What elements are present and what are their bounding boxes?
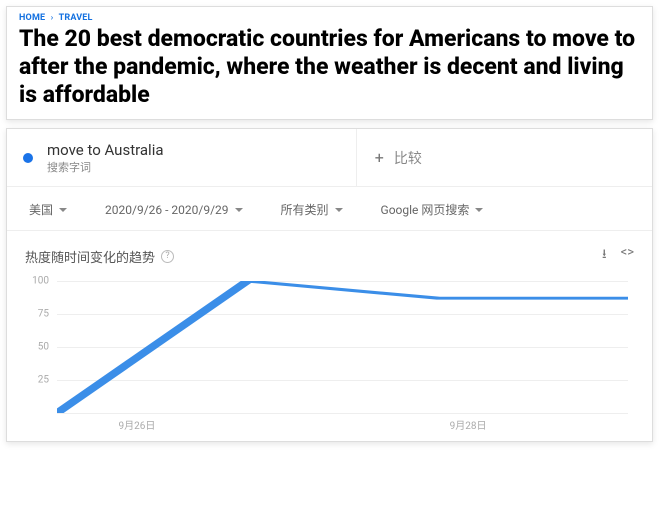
- article-headline: The 20 best democratic countries for Ame…: [19, 25, 640, 109]
- chevron-down-icon: [235, 208, 243, 212]
- plus-icon: +: [375, 148, 384, 167]
- filter-search-type[interactable]: Google 网页搜索: [381, 201, 484, 218]
- chevron-down-icon: [335, 208, 343, 212]
- chart-actions: ⭳ <>: [602, 245, 634, 267]
- grid-line: [57, 413, 628, 414]
- embed-icon[interactable]: <>: [621, 245, 634, 267]
- chart-area: 100 75 50 25 9月26日 9月28日: [7, 273, 652, 441]
- compare-label: 比较: [394, 148, 422, 168]
- filter-category-label: 所有类别: [281, 201, 329, 218]
- help-icon[interactable]: ?: [161, 250, 174, 263]
- search-term-sub: 搜索字词: [47, 161, 164, 174]
- breadcrumb-section[interactable]: TRAVEL: [59, 13, 93, 23]
- filters-row: 美国 2020/9/26 - 2020/9/29 所有类别 Google 网页搜…: [7, 187, 652, 231]
- filter-search-type-label: Google 网页搜索: [381, 201, 470, 218]
- series-line: [57, 281, 628, 413]
- download-icon[interactable]: ⭳: [602, 245, 607, 267]
- breadcrumb[interactable]: HOME › TRAVEL: [19, 13, 640, 23]
- y-tick: 100: [32, 276, 49, 287]
- y-tick: 25: [38, 375, 49, 386]
- x-tick: 9月28日: [450, 417, 487, 432]
- search-term-cell[interactable]: move to Australia 搜索字词: [7, 129, 357, 186]
- search-row: move to Australia 搜索字词 + 比较: [7, 129, 652, 187]
- trends-card: move to Australia 搜索字词 + 比较 美国 2020/9/26…: [6, 128, 653, 442]
- chart-title: 热度随时间变化的趋势: [25, 247, 155, 266]
- search-term-main: move to Australia: [47, 141, 164, 159]
- filter-region-label: 美国: [29, 201, 53, 218]
- x-tick: 9月26日: [119, 417, 156, 432]
- chart-header: 热度随时间变化的趋势 ? ⭳ <>: [7, 231, 652, 273]
- chevron-down-icon: [59, 208, 67, 212]
- line-chart-svg: [57, 281, 628, 413]
- filter-date-label: 2020/9/26 - 2020/9/29: [105, 203, 229, 217]
- y-tick: 75: [38, 309, 49, 320]
- filter-date-range[interactable]: 2020/9/26 - 2020/9/29: [105, 203, 243, 217]
- filter-category[interactable]: 所有类别: [281, 201, 343, 218]
- breadcrumb-home[interactable]: HOME: [19, 13, 45, 23]
- compare-button[interactable]: + 比较: [357, 129, 652, 186]
- chevron-right-icon: ›: [51, 13, 54, 22]
- series-color-dot: [23, 153, 33, 163]
- y-axis: 100 75 50 25: [23, 281, 49, 413]
- y-tick: 50: [38, 342, 49, 353]
- chevron-down-icon: [475, 208, 483, 212]
- search-term-text: move to Australia 搜索字词: [47, 141, 164, 174]
- x-axis: 9月26日 9月28日: [57, 417, 628, 431]
- article-card: HOME › TRAVEL The 20 best democratic cou…: [6, 6, 653, 120]
- filter-region[interactable]: 美国: [29, 201, 67, 218]
- plot-area: [57, 281, 628, 413]
